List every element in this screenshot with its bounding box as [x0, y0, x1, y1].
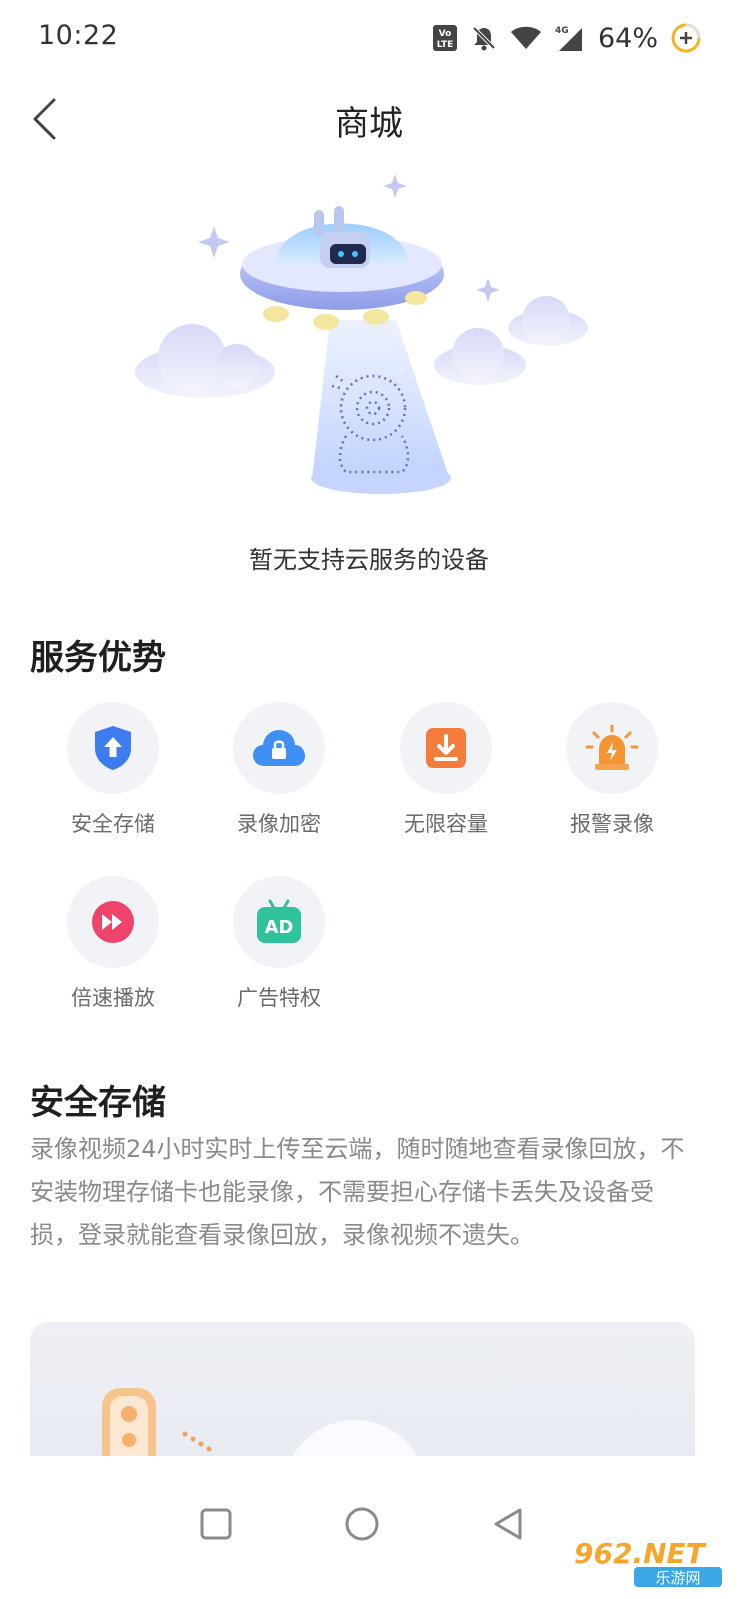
light-beam	[312, 320, 450, 480]
download-box-icon	[426, 728, 466, 768]
feature-icon-bg	[233, 702, 325, 794]
shield-upload-icon	[95, 726, 131, 770]
status-icons: Vo LTE 4G 64%	[432, 16, 702, 60]
feature-icon-bg	[67, 876, 159, 968]
header: 商城	[0, 76, 738, 160]
feature-secure-storage[interactable]: 安全存储	[28, 702, 198, 852]
cloud-lock-icon	[253, 730, 305, 766]
home-button[interactable]	[330, 1492, 394, 1556]
system-nav-bar: 962.NET 乐游网	[0, 1456, 738, 1599]
signal-4g-icon: 4G	[555, 26, 582, 51]
alarm-light-icon	[585, 725, 639, 770]
empty-state-message: 暂无支持云服务的设备	[249, 546, 489, 574]
sparkle-icon	[383, 174, 407, 198]
feature-video-encryption[interactable]: 录像加密	[194, 702, 364, 852]
status-time: 10:22	[38, 20, 119, 51]
square-icon	[200, 1508, 232, 1540]
cloud-left	[135, 324, 275, 398]
feature-label: 报警录像	[570, 812, 654, 836]
bell-off-icon	[472, 26, 496, 51]
storage-title: 安全存储	[30, 1083, 166, 1123]
nav-back-button[interactable]	[476, 1492, 540, 1556]
site-watermark-logo: 962.NET 乐游网	[574, 1537, 722, 1587]
feature-label: 倍速播放	[71, 986, 155, 1010]
status-bar: 10:22 Vo LTE 4G 64%	[0, 0, 738, 76]
feature-icon-bg: AD	[233, 876, 325, 968]
feature-speed-playback[interactable]: 倍速播放	[28, 876, 198, 1026]
battery-saver-icon	[671, 23, 701, 53]
circle-icon	[345, 1507, 379, 1541]
network-type-label: 4G	[555, 26, 569, 36]
volte-icon: Vo LTE	[432, 25, 457, 51]
ad-badge-text: AD	[265, 917, 294, 938]
feature-icon-bg	[400, 702, 492, 794]
feature-ad-privilege[interactable]: AD 广告特权	[194, 876, 364, 1026]
wifi-icon	[510, 26, 541, 49]
features-title: 服务优势	[30, 638, 166, 678]
fast-forward-icon	[92, 901, 134, 943]
volte-top-label: Vo	[439, 29, 452, 39]
triangle-back-icon	[494, 1508, 522, 1540]
feature-icon-bg	[566, 702, 658, 794]
watermark-top-text: 962.NET	[574, 1537, 707, 1570]
feature-label: 无限容量	[404, 812, 488, 836]
feature-label: 安全存储	[71, 812, 155, 836]
battery-percent: 64%	[597, 22, 658, 54]
mall-page: 10:22 Vo LTE 4G 64% 商城 暂无支持云服务的设备 服务优势 安…	[0, 0, 738, 1599]
feature-unlimited-capacity[interactable]: 无限容量	[361, 702, 531, 852]
watermark-bottom-text: 乐游网	[655, 1569, 700, 1587]
sparkle-icon	[476, 278, 500, 302]
storage-description: 录像视频24小时实时上传至云端，随时随地查看录像回放，不安装物理存储卡也能录像，…	[30, 1135, 685, 1249]
sparkle-icon	[198, 226, 230, 258]
feature-alarm-recording[interactable]: 报警录像	[527, 702, 697, 852]
feature-label: 录像加密	[237, 812, 321, 836]
feature-icon-bg	[67, 702, 159, 794]
feature-label: 广告特权	[237, 986, 321, 1010]
recents-button[interactable]	[184, 1492, 248, 1556]
cloud-right	[434, 296, 588, 385]
ad-tv-icon: AD	[257, 899, 301, 943]
volte-bottom-label: LTE	[437, 40, 454, 50]
ufo-robot-camera-illustration	[135, 174, 588, 494]
page-title: 商城	[335, 104, 403, 144]
